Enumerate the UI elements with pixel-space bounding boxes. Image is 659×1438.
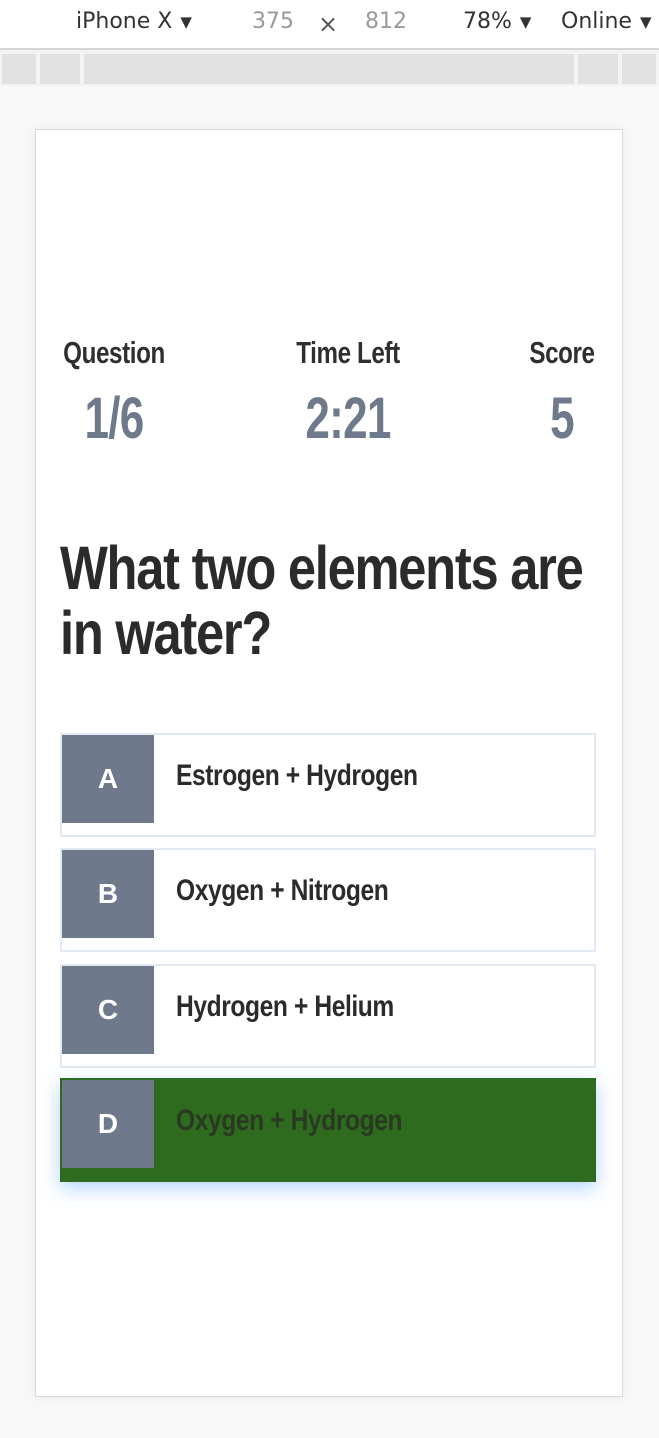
triangle-down-icon: ▼: [519, 12, 532, 31]
choice-prefix: D: [62, 1080, 154, 1168]
media-query-bar: [0, 50, 659, 86]
height-input[interactable]: 812: [365, 9, 407, 34]
hud-score: Score 5: [462, 335, 659, 452]
question-text: What two elements are in water?: [60, 536, 600, 666]
choice-prefix: B: [62, 850, 154, 938]
choice-b[interactable]: B Oxygen + Nitrogen: [60, 848, 596, 952]
times-icon: ×: [318, 10, 339, 38]
media-query-segment[interactable]: [40, 54, 80, 84]
choice-a[interactable]: A Estrogen + Hydrogen: [60, 733, 596, 837]
choice-text: Estrogen + Hydrogen: [176, 759, 418, 792]
question-counter: 1/6: [84, 386, 144, 451]
time-label: Time Left: [296, 335, 400, 370]
media-query-segment[interactable]: [84, 54, 574, 84]
hud-time: Time Left 2:21: [248, 335, 448, 452]
choice-c[interactable]: C Hydrogen + Helium: [60, 964, 596, 1068]
media-query-segment[interactable]: [622, 54, 656, 84]
zoom-value: 78%: [463, 9, 512, 34]
media-query-segment[interactable]: [578, 54, 618, 84]
network-value: Online: [561, 9, 632, 34]
phone-viewport: Question 1/6 Time Left 2:21 Score 5 What…: [35, 129, 623, 1397]
choice-prefix: A: [62, 735, 154, 823]
device-toolbar: iPhone X ▼ 375 × 812 78% ▼ Online ▼: [0, 0, 659, 50]
triangle-down-icon: ▼: [639, 12, 652, 31]
choice-prefix: C: [62, 966, 154, 1054]
choice-d-correct[interactable]: D Oxygen + Hydrogen: [60, 1078, 596, 1182]
score-counter: 5: [550, 386, 575, 451]
question-line-1: What two elements are: [60, 534, 584, 602]
network-select[interactable]: Online ▼: [561, 9, 652, 34]
zoom-select[interactable]: 78% ▼: [463, 9, 531, 34]
width-input[interactable]: 375: [252, 9, 294, 34]
choice-text: Oxygen + Hydrogen: [176, 1104, 403, 1137]
question-line-2: in water?: [60, 599, 272, 667]
media-query-segment[interactable]: [2, 54, 36, 84]
choice-text: Oxygen + Nitrogen: [176, 874, 389, 907]
question-label: Question: [63, 335, 165, 370]
score-label: Score: [529, 335, 595, 370]
time-counter: 2:21: [305, 386, 391, 451]
triangle-down-icon: ▼: [180, 12, 192, 31]
device-name: iPhone X: [76, 9, 173, 34]
device-select[interactable]: iPhone X ▼: [76, 9, 192, 34]
choice-text: Hydrogen + Helium: [176, 990, 394, 1023]
hud-question: Question 1/6: [14, 335, 214, 452]
